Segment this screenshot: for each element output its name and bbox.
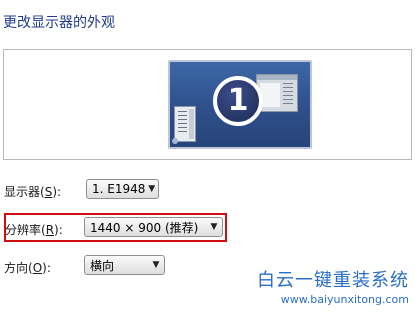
monitor-icon[interactable]: 1 xyxy=(168,60,312,149)
orientation-select[interactable]: 横向 ▼ xyxy=(84,255,165,275)
chevron-down-icon: ▼ xyxy=(152,260,160,270)
mini-window-list xyxy=(283,83,293,107)
resolution-label-suffix: ): xyxy=(54,223,63,237)
monitor-number-badge: 1 xyxy=(213,76,263,126)
resolution-label-prefix: 分辨率( xyxy=(5,223,46,237)
mini-window-left xyxy=(174,106,196,142)
chevron-down-icon: ▼ xyxy=(148,184,156,194)
resolution-label-key: R xyxy=(45,223,55,237)
orientation-label: 方向(O): xyxy=(4,259,51,276)
mini-window-pane xyxy=(260,83,280,107)
watermark-url: www.baiyunxitong.com xyxy=(280,293,409,306)
watermark: 白云一键重装系统 www.baiyunxitong.com xyxy=(257,266,409,306)
chevron-down-icon: ▼ xyxy=(210,222,218,232)
display-label-suffix: ): xyxy=(52,185,62,199)
display-label: 显示器(S): xyxy=(4,183,61,200)
display-label-prefix: 显示器( xyxy=(4,185,45,199)
orientation-label-prefix: 方向( xyxy=(4,261,33,275)
resolution-select-value: 1440 × 900 (推荐) xyxy=(90,220,199,235)
page-title: 更改显示器的外观 xyxy=(3,15,115,31)
resolution-select[interactable]: 1440 × 900 (推荐) ▼ xyxy=(84,217,223,237)
orientation-label-suffix: ): xyxy=(42,261,51,275)
mini-window-list xyxy=(178,111,187,135)
start-button-icon xyxy=(172,138,178,144)
display-select[interactable]: 1. E1948 ▼ xyxy=(86,179,159,199)
display-select-value: 1. E1948 xyxy=(92,182,146,196)
orientation-select-value: 横向 xyxy=(90,258,115,273)
mini-window-sidebar xyxy=(189,109,194,139)
watermark-title: 白云一键重装系统 xyxy=(257,270,409,291)
resolution-label: 分辨率(R): xyxy=(5,221,63,238)
mini-window-titlebar xyxy=(257,75,297,80)
orientation-label-key: O xyxy=(32,261,43,275)
